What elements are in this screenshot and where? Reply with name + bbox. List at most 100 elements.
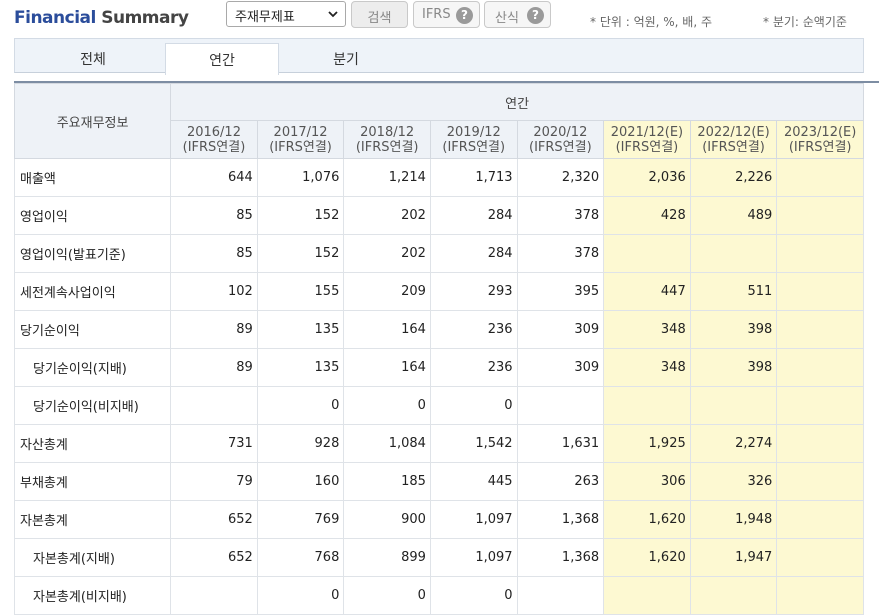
column-basis: (IFRS연결): [615, 139, 679, 155]
table-cell: [689, 576, 778, 615]
row-label: 자본총계(비지배): [14, 576, 172, 615]
table-cell: [776, 576, 864, 615]
table-cell: 309: [516, 310, 605, 349]
chevron-down-icon: [328, 11, 338, 18]
table-cell: 202: [343, 234, 431, 273]
table-cell: 89: [170, 348, 258, 387]
table-cell: 652: [170, 500, 258, 539]
table-cell: 348: [603, 348, 691, 387]
table-cell: 102: [170, 272, 258, 311]
table-cell: 428: [603, 196, 691, 235]
column-basis: (IFRS연결): [355, 139, 419, 155]
row-label: 세전계속사업이익: [14, 272, 172, 311]
period-tabs: 전체 연간 분기: [14, 38, 864, 75]
table-cell: 326: [689, 462, 778, 501]
label-column-header: 주요재무정보: [14, 83, 172, 159]
table-row: 부채총계 79 160 185 445 263 306 326: [14, 462, 864, 501]
table-row: 매출액 644 1,076 1,214 1,713 2,320 2,036 2,226: [14, 158, 864, 197]
table-row: 세전계속사업이익 102 155 209 293 395 447 511: [14, 272, 864, 311]
statement-type-select[interactable]: 주재무제표: [226, 1, 346, 27]
table-cell: [170, 386, 258, 425]
statement-type-value: 주재무제표: [235, 10, 295, 25]
year-column-header: 2017/12 (IFRS연결): [256, 120, 345, 159]
table-cell: 2,320: [516, 158, 605, 197]
ifrs-button[interactable]: IFRS ?: [413, 1, 480, 28]
title-rest: Summary: [95, 8, 189, 28]
year-column-header: 2018/12 (IFRS연결): [343, 120, 431, 159]
table-cell: 447: [603, 272, 691, 311]
formula-button[interactable]: 산식 ?: [484, 1, 551, 28]
table-cell: 209: [343, 272, 431, 311]
table-cell: [776, 310, 864, 349]
table-cell: [170, 576, 258, 615]
table-row: 당기순이익(비지배) 0 0 0: [14, 386, 864, 425]
table-cell: 0: [343, 576, 431, 615]
table-cell: 236: [429, 310, 518, 349]
column-basis: (IFRS연결): [182, 139, 246, 155]
table-cell: 378: [516, 196, 605, 235]
table-row: 영업이익(발표기준) 85 152 202 284 378: [14, 234, 864, 273]
table-cell: 445: [429, 462, 518, 501]
column-period: 2020/12: [533, 124, 588, 140]
table-cell: 1,084: [343, 424, 431, 463]
table-cell: 160: [256, 462, 345, 501]
row-label: 당기순이익(비지배): [14, 386, 172, 425]
table-cell: 1,620: [603, 538, 691, 577]
table-cell: [689, 386, 778, 425]
table-cell: 284: [429, 196, 518, 235]
column-period: 2021/12(E): [610, 124, 684, 140]
tab-annual[interactable]: 연간: [165, 43, 279, 75]
row-label: 당기순이익: [14, 310, 172, 349]
table-cell: 164: [343, 348, 431, 387]
row-label: 당기순이익(지배): [14, 348, 172, 387]
search-button[interactable]: 검색: [351, 1, 408, 28]
table-cell: 511: [689, 272, 778, 311]
row-label: 영업이익(발표기준): [14, 234, 172, 273]
table-cell: 1,620: [603, 500, 691, 539]
unit-note: * 단위 : 억원, %, 배, 주: [590, 15, 713, 29]
column-period: 2018/12: [360, 124, 415, 140]
table-cell: 1,947: [689, 538, 778, 577]
tab-all[interactable]: 전체: [52, 43, 134, 74]
table-cell: 398: [689, 348, 778, 387]
row-label: 부채총계: [14, 462, 172, 501]
table-cell: 185: [343, 462, 431, 501]
table-cell: [516, 576, 605, 615]
column-period: 2022/12(E): [697, 124, 770, 140]
table-cell: 900: [343, 500, 431, 539]
table-cell: 306: [603, 462, 691, 501]
table-cell: 293: [429, 272, 518, 311]
table-cell: 2,226: [689, 158, 778, 197]
table-cell: 2,274: [689, 424, 778, 463]
table-body: 매출액 644 1,076 1,214 1,713 2,320 2,036 2,226 영업이익…: [14, 158, 864, 615]
table-cell: 928: [256, 424, 345, 463]
table-cell: 768: [256, 538, 345, 577]
financial-summary-table: 주요재무정보 연간 2016/12 (IFRS연결) 2017/12 (IFRS연결)…: [14, 83, 864, 615]
table-cell: 79: [170, 462, 258, 501]
table-cell: 1,368: [516, 538, 605, 577]
page-title: Financial Summary: [14, 8, 189, 28]
table-cell: [689, 234, 778, 273]
year-column-header: 2022/12(E) (IFRS연결): [689, 120, 778, 159]
table-cell: 731: [170, 424, 258, 463]
year-column-header: 2020/12 (IFRS연결): [516, 120, 605, 159]
table-row: 자산총계 731 928 1,084 1,542 1,631 1,925 2,274: [14, 424, 864, 463]
table-cell: [603, 576, 691, 615]
column-basis: (IFRS연결): [529, 139, 592, 155]
quarter-basis-note: * 분기: 순액기준: [763, 15, 847, 29]
table-cell: 0: [429, 576, 518, 615]
row-label: 자본총계: [14, 500, 172, 539]
table-cell: 899: [343, 538, 431, 577]
table-cell: [516, 386, 605, 425]
table-cell: 1,214: [343, 158, 431, 197]
table-cell: [776, 386, 864, 425]
table-cell: [603, 386, 691, 425]
formula-button-label: 산식: [495, 11, 519, 26]
table-cell: 1,076: [256, 158, 345, 197]
tab-quarterly[interactable]: 분기: [305, 43, 387, 74]
table-cell: 378: [516, 234, 605, 273]
table-cell: 309: [516, 348, 605, 387]
table-cell: 398: [689, 310, 778, 349]
year-column-header: 2023/12(E) (IFRS연결): [776, 120, 864, 159]
table-cell: 1,097: [429, 538, 518, 577]
